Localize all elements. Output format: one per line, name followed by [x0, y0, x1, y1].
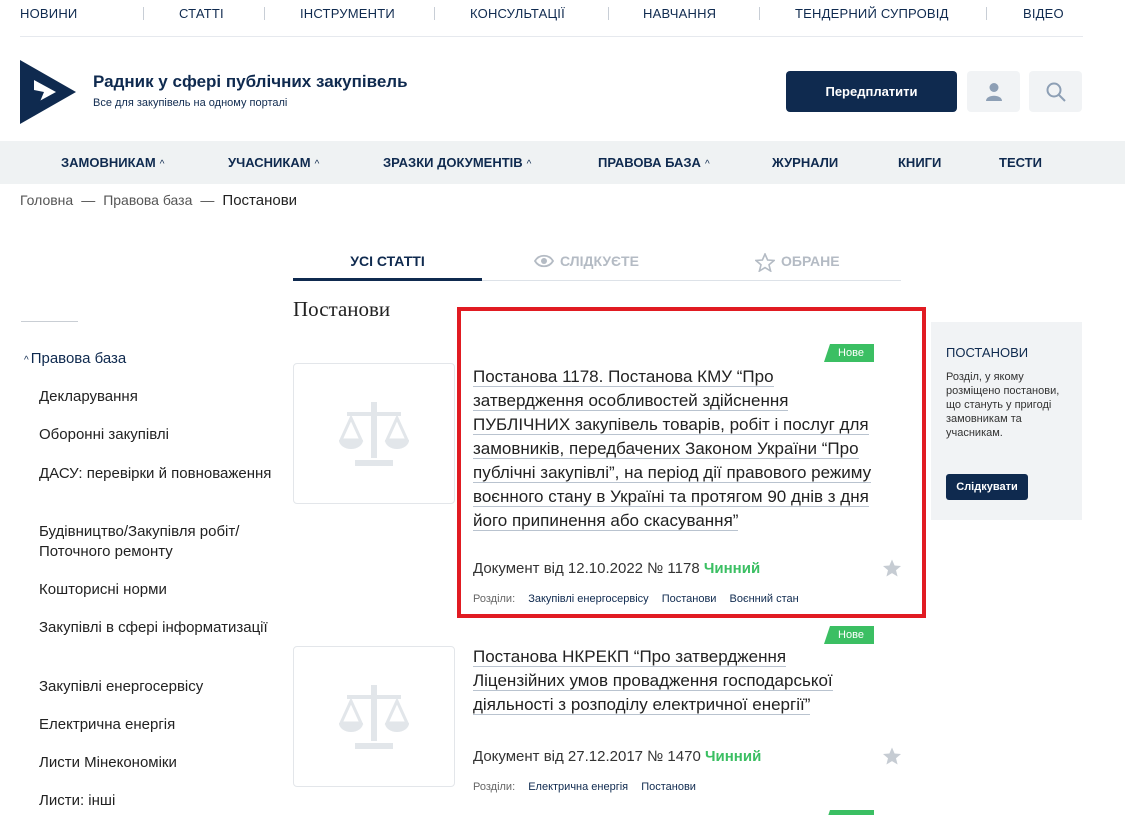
profile-button[interactable]: [967, 71, 1020, 112]
section-info-box: ПОСТАНОВИ Розділ, у якому розміщено пост…: [931, 322, 1082, 520]
sidebar-item-dasu[interactable]: ДАСУ: перевірки й повноваження: [39, 464, 279, 484]
mainnav-document-samples[interactable]: ЗРАЗКИ ДОКУМЕНТІВ ^: [383, 155, 531, 170]
favorite-star-icon[interactable]: [882, 746, 902, 766]
chevron-up-icon: ^: [704, 159, 710, 170]
sidebar-item-energy-service[interactable]: Закупівлі енергосервісу: [39, 677, 279, 697]
chevron-up-icon: ^: [24, 355, 29, 366]
divider: [434, 7, 435, 20]
chevron-up-icon: ^: [159, 159, 165, 170]
breadcrumb-home[interactable]: Головна: [20, 192, 73, 208]
status-badge: Чинний: [704, 748, 762, 765]
article-tabs: УСІ СТАТТІ СЛІДКУЄТЕ ОБРАНЕ: [293, 252, 901, 281]
topnav-learning[interactable]: НАВЧАННЯ: [643, 6, 716, 21]
topnav-consultations[interactable]: КОНСУЛЬТАЦІЇ: [470, 6, 565, 21]
logo-icon[interactable]: [20, 60, 76, 124]
sidebar-item-estimate-norms[interactable]: Кошторисні норми: [39, 580, 279, 600]
new-badge: Нове: [824, 626, 874, 644]
topnav-tender-support[interactable]: ТЕНДЕРНИЙ СУПРОВІД: [795, 6, 949, 21]
follow-button[interactable]: Слідкувати: [946, 474, 1028, 500]
mainnav-legal-base[interactable]: ПРАВОВА БАЗА ^: [598, 155, 710, 170]
mainnav-journals[interactable]: ЖУРНАЛИ: [772, 155, 838, 170]
mainnav-books[interactable]: КНИГИ: [898, 155, 941, 170]
sidebar-item-other-letters[interactable]: Листи: інші: [39, 791, 279, 811]
topnav-video[interactable]: ВІДЕО: [1023, 6, 1064, 21]
highlight-frame: [457, 307, 926, 618]
page-title: Постанови: [293, 297, 391, 321]
info-box-description: Розділ, у якому розміщено постанови, що …: [946, 371, 1060, 439]
article-tags: Розділи: Електрична енергія Постанови: [473, 781, 696, 793]
breadcrumb: Головна — Правова база — Постанови: [20, 192, 298, 209]
chevron-up-icon: ^: [314, 159, 320, 170]
divider: [264, 7, 265, 20]
sidebar-item-defense[interactable]: Оборонні закупівлі: [39, 425, 279, 445]
eye-icon: [534, 254, 554, 268]
subscribe-button[interactable]: Передплатити: [786, 71, 957, 112]
main-navigation: ЗАМОВНИКАМ ^ УЧАСНИКАМ ^ ЗРАЗКИ ДОКУМЕНТІВ…: [0, 141, 1125, 184]
divider: [21, 321, 78, 322]
divider: [608, 7, 609, 20]
article-thumbnail[interactable]: [293, 363, 455, 504]
new-badge: [824, 810, 874, 815]
divider: [759, 7, 760, 20]
breadcrumb-legal-base[interactable]: Правова база: [103, 192, 192, 208]
sidebar-item-electric-energy[interactable]: Електрична енергія: [39, 715, 279, 735]
star-outline-icon: [755, 253, 775, 272]
chevron-up-icon: ^: [526, 159, 532, 170]
mainnav-tests[interactable]: ТЕСТИ: [999, 155, 1042, 170]
info-box-title: ПОСТАНОВИ: [946, 345, 1029, 360]
search-icon: [1046, 82, 1066, 102]
breadcrumb-current: Постанови: [222, 192, 298, 209]
search-button[interactable]: [1029, 71, 1082, 112]
topnav-tools[interactable]: ІНСТРУМЕНТИ: [300, 6, 395, 21]
scales-icon: [339, 401, 409, 466]
article-title-link[interactable]: Постанова НКРЕКП “Про затвердження Ліцен…: [473, 645, 833, 717]
article-meta: Документ від 27.12.2017 № 1470 Чинний: [473, 748, 762, 765]
sidebar-item-declaring[interactable]: Декларування: [39, 387, 279, 407]
tag-link[interactable]: Електрична енергія: [528, 781, 628, 793]
tab-all-articles[interactable]: УСІ СТАТТІ: [293, 252, 482, 281]
tab-favorites[interactable]: ОБРАНЕ: [755, 252, 875, 281]
sidebar-head-legal-base[interactable]: ^ Правова база: [24, 350, 126, 367]
article-thumbnail[interactable]: [293, 646, 455, 787]
site-subtitle: Все для закупівель на одному порталі: [93, 97, 288, 109]
mainnav-customers[interactable]: ЗАМОВНИКАМ ^: [61, 155, 164, 170]
divider: [143, 7, 144, 20]
scales-icon: [339, 684, 409, 749]
topnav-articles[interactable]: СТАТТІ: [179, 6, 224, 21]
tab-following[interactable]: СЛІДКУЄТЕ: [534, 252, 674, 281]
mainnav-participants[interactable]: УЧАСНИКАМ ^: [228, 155, 319, 170]
tag-link[interactable]: Постанови: [641, 781, 696, 793]
sidebar-item-ministry-letters[interactable]: Листи Мінекономіки: [39, 753, 279, 773]
topnav-news[interactable]: НОВИНИ: [20, 6, 77, 21]
site-title[interactable]: Радник у сфері публічних закупівель: [93, 72, 408, 92]
divider: [986, 7, 987, 20]
sidebar-item-informatization[interactable]: Закупівлі в сфері інформатизації: [39, 618, 279, 638]
sidebar-item-construction[interactable]: Будівництво/Закупівля робіт/ Поточного р…: [39, 522, 279, 562]
user-icon: [985, 82, 1002, 101]
top-navigation: НОВИНИ СТАТТІ ІНСТРУМЕНТИ КОНСУЛЬТАЦІЇ Н…: [20, 0, 1083, 37]
